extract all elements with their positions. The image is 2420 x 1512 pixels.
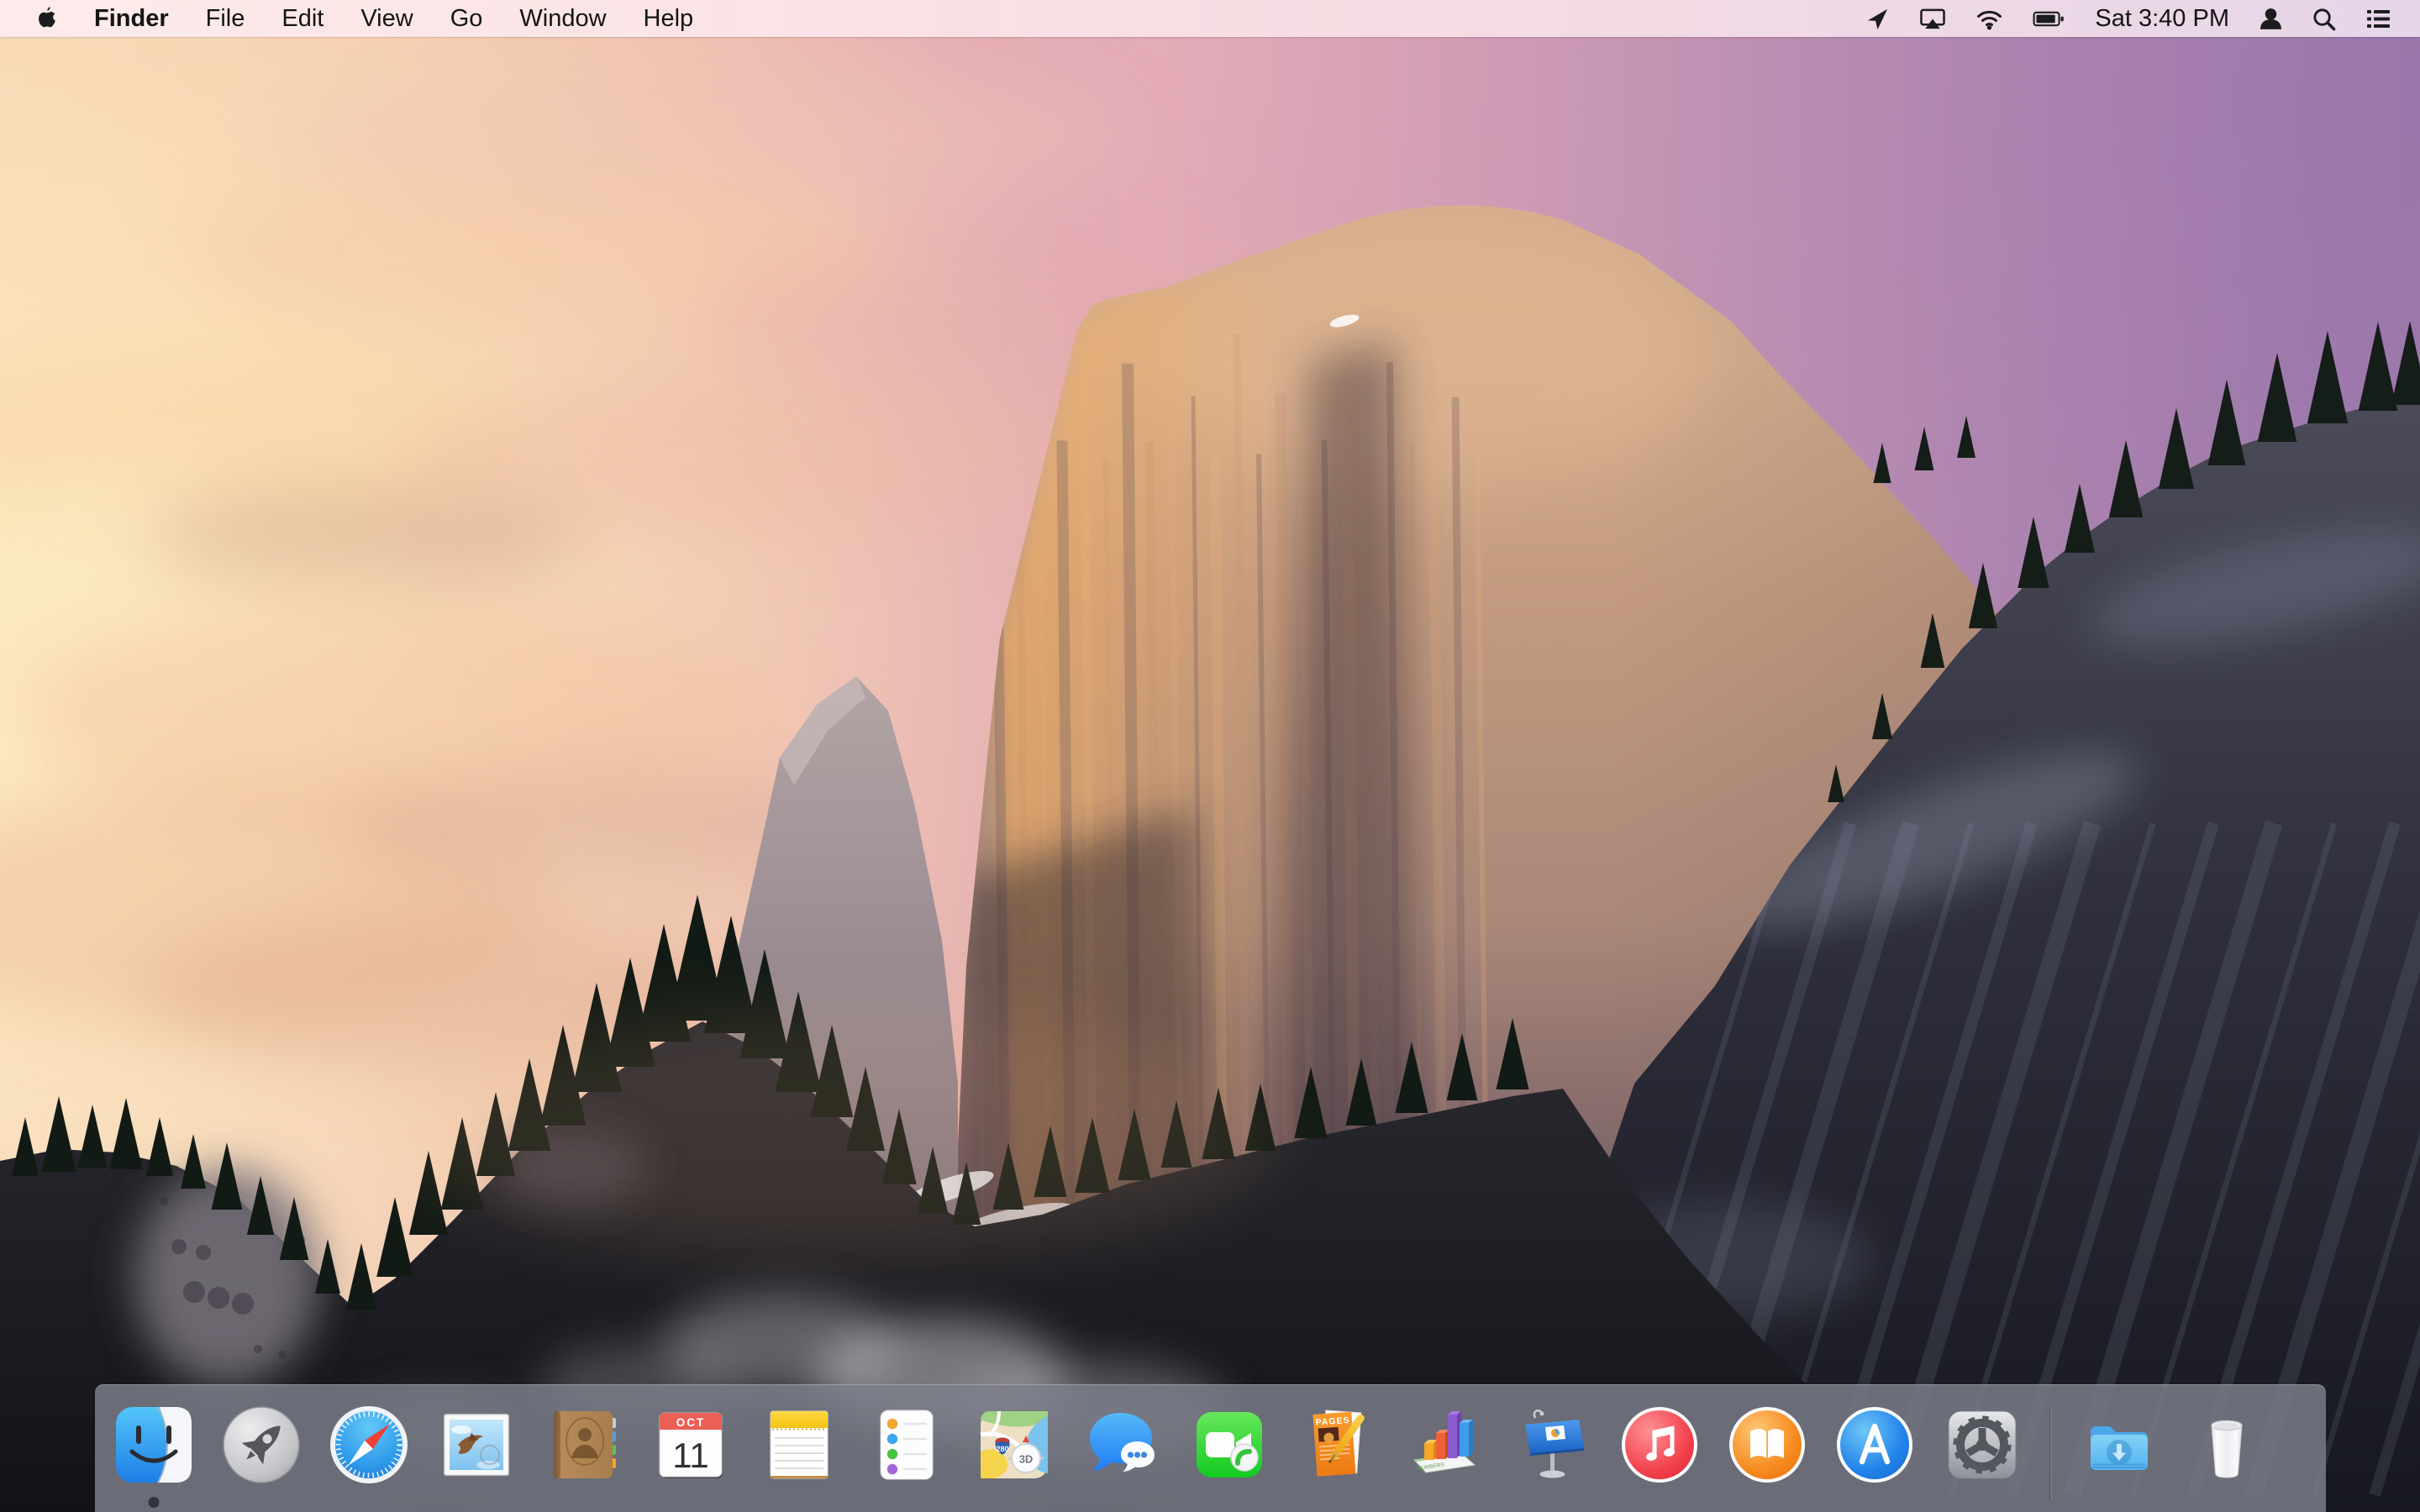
battery-icon: [2033, 11, 2065, 26]
menu-bar-status-area: Sat 3:40 PM: [1851, 0, 2407, 37]
notes-icon: [770, 1410, 829, 1479]
location-icon: [1868, 8, 1888, 29]
mail-icon: [444, 1414, 509, 1476]
finder-icon: [116, 1406, 192, 1483]
dock-item-numbers[interactable]: NUMBERS: [1404, 1404, 1485, 1485]
user-menu[interactable]: [2244, 0, 2297, 37]
itunes-icon: [1622, 1407, 1697, 1483]
dock-item-finder[interactable]: [113, 1404, 194, 1508]
dock-item-notes[interactable]: [759, 1404, 839, 1485]
user-icon: [2260, 8, 2281, 29]
location-services-menu[interactable]: [1851, 0, 1904, 37]
dock-item-system-preferences[interactable]: [1942, 1404, 2023, 1485]
dock-item-facetime[interactable]: [1189, 1404, 1270, 1485]
dock-item-keynote[interactable]: [1512, 1404, 1592, 1485]
dock-item-safari[interactable]: [329, 1404, 409, 1485]
dock-divider: [2049, 1408, 2052, 1500]
dock-item-app-store[interactable]: [1834, 1404, 1915, 1485]
dock-item-launchpad[interactable]: [221, 1404, 302, 1485]
wifi-icon: [1977, 10, 2002, 29]
dock: OCT 11 280 3D PAGES NUMBERS: [95, 1384, 2326, 1512]
calendar-month-label: OCT: [676, 1416, 706, 1429]
dock-item-itunes[interactable]: [1619, 1404, 1700, 1485]
safari-icon: [330, 1406, 408, 1483]
app-store-icon: [1837, 1407, 1912, 1483]
menu-help[interactable]: Help: [625, 0, 713, 37]
system-preferences-icon: [1948, 1410, 2017, 1479]
apple-menu[interactable]: [13, 0, 76, 37]
dock-item-ibooks[interactable]: [1727, 1404, 1807, 1485]
facetime-icon: [1197, 1412, 1262, 1478]
battery-menu[interactable]: [2018, 0, 2080, 37]
apple-logo-icon: [39, 7, 55, 28]
trash-icon: [2211, 1420, 2243, 1478]
menu-window[interactable]: Window: [501, 0, 624, 37]
maps-icon: 280 3D: [980, 1410, 1048, 1478]
menu-edit[interactable]: Edit: [263, 0, 342, 37]
reminders-icon: [880, 1410, 934, 1480]
menu-file[interactable]: File: [187, 0, 264, 37]
desktop-wallpaper: [0, 0, 2420, 1512]
menu-bar-clock[interactable]: Sat 3:40 PM: [2080, 5, 2244, 33]
running-indicator-dot: [148, 1497, 160, 1508]
dock-item-contacts[interactable]: [544, 1404, 624, 1485]
menu-view[interactable]: View: [342, 0, 431, 37]
dock-item-calendar[interactable]: OCT 11: [651, 1404, 732, 1485]
wifi-menu[interactable]: [1961, 0, 2018, 37]
ibooks-icon: [1729, 1407, 1805, 1483]
menu-go[interactable]: Go: [432, 0, 502, 37]
downloads-folder-icon: [2091, 1426, 2148, 1470]
menu-app-name[interactable]: Finder: [76, 0, 187, 37]
maps-route-shield-label: 280: [996, 1445, 1008, 1453]
airplay-display-icon: [1920, 8, 1946, 29]
notification-center-menu[interactable]: [2350, 0, 2407, 37]
dock-item-mail[interactable]: [436, 1404, 517, 1485]
contacts-icon: [554, 1411, 616, 1478]
menu-bar: Finder File Edit View Go Window Help Sat…: [0, 0, 2420, 37]
dock-item-downloads[interactable]: [2079, 1404, 2160, 1485]
dock-item-trash[interactable]: [2186, 1404, 2267, 1485]
dock-item-reminders[interactable]: [866, 1404, 947, 1485]
keynote-icon: [1525, 1409, 1584, 1478]
dock-item-maps[interactable]: 280 3D: [974, 1404, 1055, 1485]
dock-item-messages[interactable]: [1081, 1404, 1162, 1485]
spotlight-menu[interactable]: [2297, 0, 2350, 37]
notification-center-icon: [2367, 9, 2390, 28]
launchpad-icon: [223, 1406, 300, 1483]
maps-3d-label: 3D: [1019, 1453, 1034, 1466]
airplay-menu[interactable]: [1904, 0, 1961, 37]
calendar-day-label: 11: [672, 1436, 709, 1475]
numbers-icon: NUMBERS: [1413, 1411, 1476, 1473]
dock-item-pages[interactable]: PAGES: [1297, 1404, 1377, 1485]
calendar-icon: OCT 11: [659, 1412, 723, 1478]
pages-icon: PAGES: [1313, 1410, 1365, 1477]
messages-icon: [1090, 1413, 1155, 1472]
spotlight-search-icon: [2313, 8, 2336, 30]
